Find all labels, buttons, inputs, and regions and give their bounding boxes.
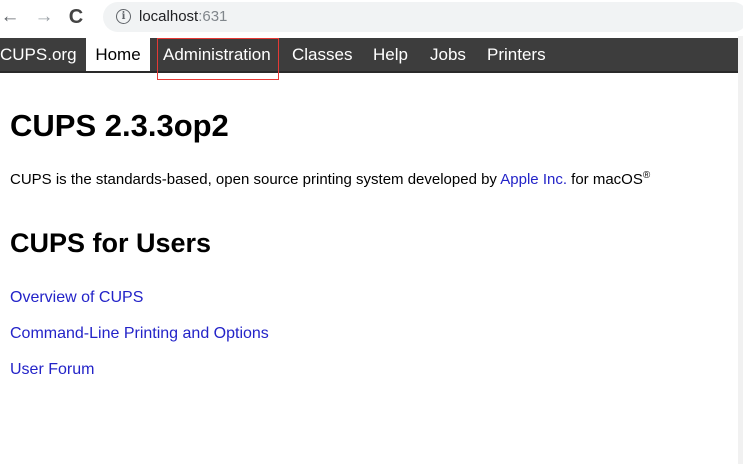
apple-link[interactable]: Apple Inc. — [500, 171, 567, 188]
registered-mark: ® — [642, 170, 651, 181]
nav-printers[interactable]: Printers — [487, 38, 546, 71]
browser-toolbar: ← → C i localhost:631 — [0, 0, 743, 36]
user-forum-link[interactable]: User Forum — [10, 361, 94, 379]
scrollbar[interactable] — [738, 36, 743, 464]
command-line-link[interactable]: Command-Line Printing and Options — [10, 325, 269, 343]
intro-text-tail: for macOS — [567, 171, 643, 188]
overview-link[interactable]: Overview of CUPS — [10, 289, 143, 307]
info-icon[interactable]: i — [116, 9, 131, 24]
nav-jobs[interactable]: Jobs — [430, 38, 466, 71]
url-text[interactable]: localhost:631 — [139, 8, 227, 25]
url-host: localhost — [139, 8, 199, 25]
cups-nav-bar: CUPS.org Home Administration Classes Hel… — [0, 38, 738, 73]
forward-arrow-icon[interactable]: → — [34, 6, 54, 28]
back-arrow-icon[interactable]: ← — [0, 6, 20, 28]
address-bar[interactable]: i localhost:631 — [103, 2, 743, 32]
nav-administration[interactable]: Administration — [163, 38, 271, 71]
nav-home[interactable]: Home — [86, 38, 150, 71]
nav-cups-org[interactable]: CUPS.org — [0, 38, 77, 71]
section-title: CUPS for Users — [10, 228, 212, 258]
url-port: :631 — [198, 8, 228, 25]
nav-classes[interactable]: Classes — [292, 38, 352, 71]
page-title: CUPS 2.3.3op2 — [10, 108, 229, 143]
nav-help[interactable]: Help — [373, 38, 408, 71]
intro-paragraph: CUPS is the standards-based, open source… — [10, 170, 650, 188]
intro-text: CUPS is the standards-based, open source… — [10, 171, 501, 188]
reload-icon[interactable]: C — [64, 6, 88, 28]
